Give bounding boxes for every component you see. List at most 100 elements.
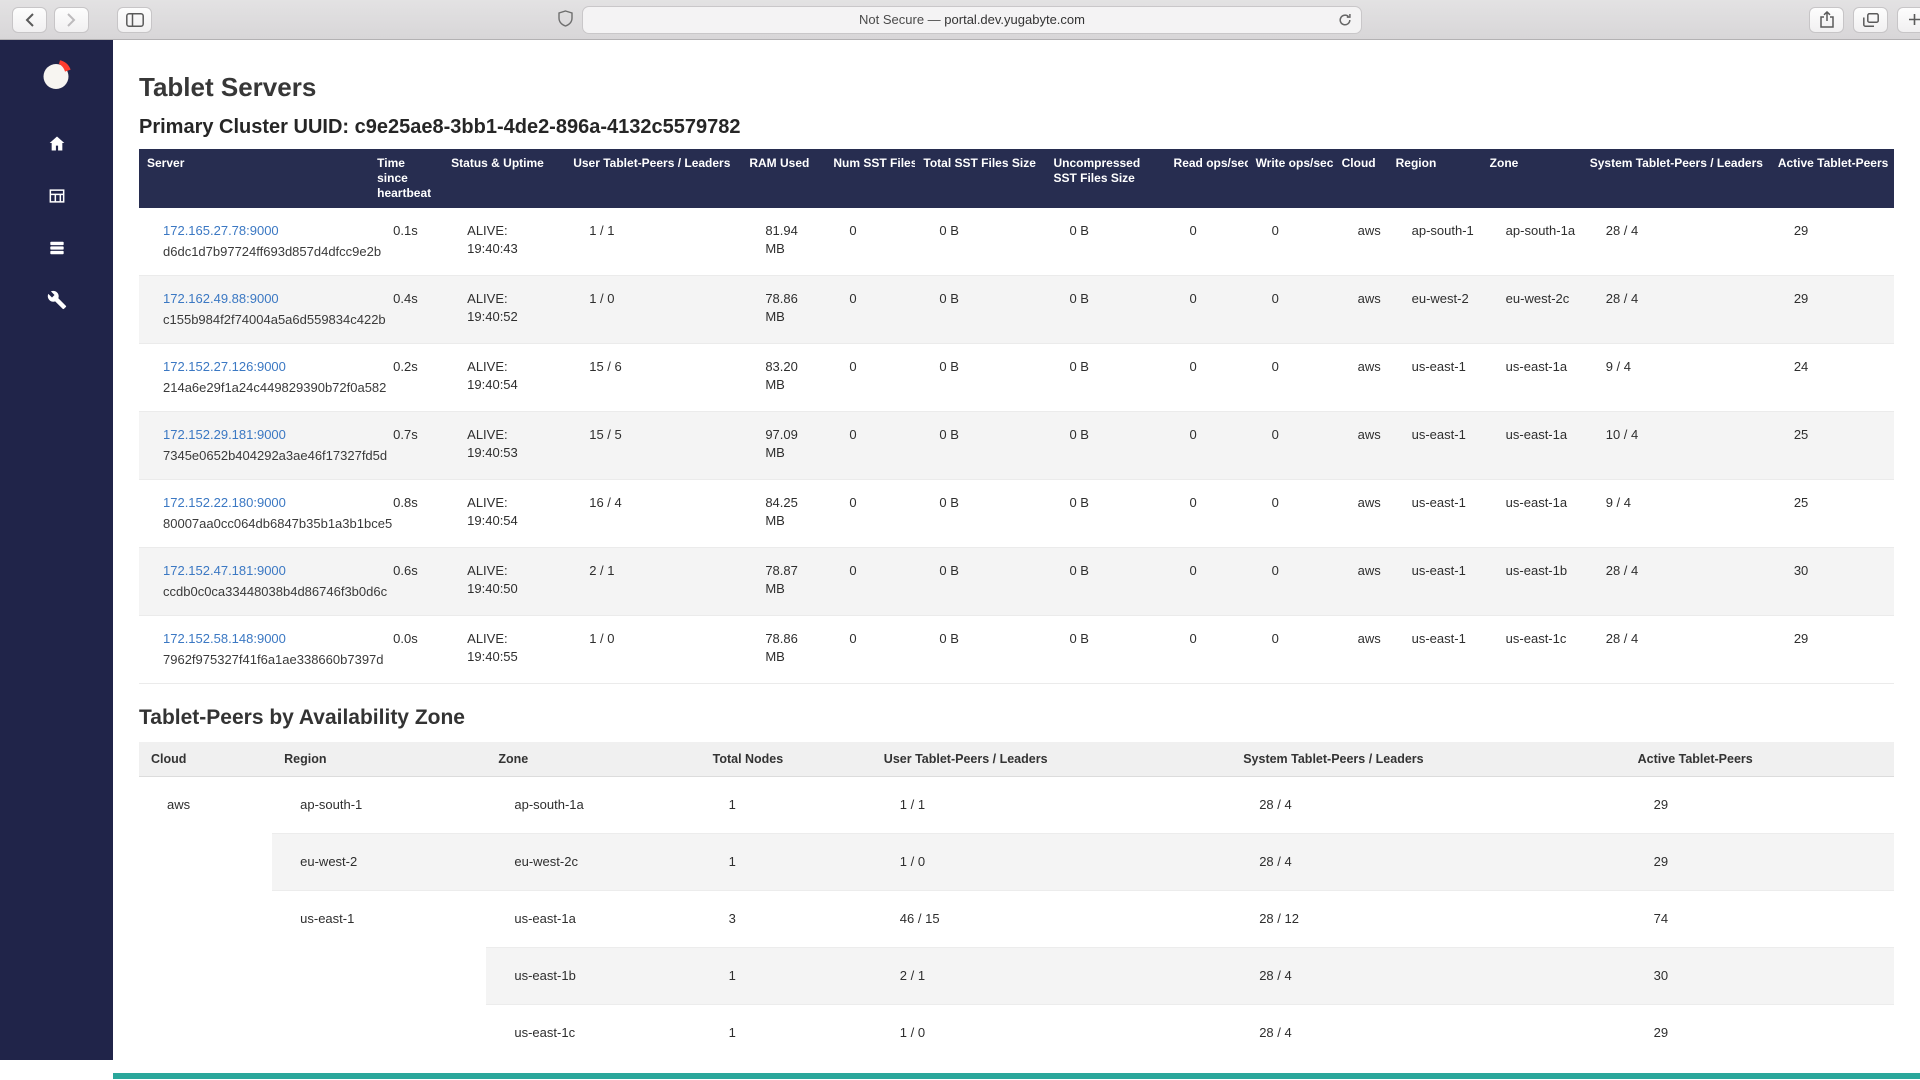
cell-user_tablet_peers: 1 / 0 bbox=[565, 616, 741, 684]
cell-active_tablet_peers: 30 bbox=[1770, 548, 1894, 616]
cell-heartbeat: 0.2s bbox=[369, 344, 443, 412]
column-header: Num SST Files bbox=[825, 149, 915, 208]
reload-button[interactable] bbox=[1338, 13, 1352, 30]
address-bar[interactable]: Not Secure — portal.dev.yugabyte.com bbox=[582, 6, 1362, 34]
cell-server: 172.152.47.181:9000 ccdb0c0ca33448038b4d… bbox=[139, 548, 369, 616]
cell-ram: 84.25 MB bbox=[741, 480, 825, 548]
zone-header-row: CloudRegionZoneTotal NodesUser Tablet-Pe… bbox=[139, 742, 1894, 777]
yugabyte-logo[interactable] bbox=[38, 56, 76, 99]
column-header: Write ops/sec bbox=[1248, 149, 1334, 208]
sidebar-item-tables[interactable] bbox=[0, 175, 113, 227]
column-header: RAM Used bbox=[741, 149, 825, 208]
column-header: Region bbox=[272, 742, 486, 777]
cell-region: us-east-1 bbox=[1388, 412, 1482, 480]
column-header: Server bbox=[139, 149, 369, 208]
column-header: Zone bbox=[1482, 149, 1582, 208]
server-address-link[interactable]: 172.152.22.180:9000 bbox=[163, 495, 286, 510]
cell-active_tablet_peers: 29 bbox=[1770, 208, 1894, 276]
cell-user_tablet_peers: 1 / 0 bbox=[872, 1005, 1231, 1061]
server-address-link[interactable]: 172.152.29.181:9000 bbox=[163, 427, 286, 442]
cell-system_tablet_peers: 10 / 4 bbox=[1582, 412, 1770, 480]
sidebar-toggle-button[interactable] bbox=[117, 7, 152, 33]
cell-user_tablet_peers: 1 / 1 bbox=[565, 208, 741, 276]
server-address-link[interactable]: 172.152.47.181:9000 bbox=[163, 563, 286, 578]
cell-total_sst_size: 0 B bbox=[915, 344, 1045, 412]
cell-user_tablet_peers: 1 / 1 bbox=[872, 777, 1231, 834]
page-title: Tablet Servers bbox=[139, 72, 1894, 103]
server-address-link[interactable]: 172.165.27.78:9000 bbox=[163, 223, 279, 238]
zone-section-title: Tablet-Peers by Availability Zone bbox=[139, 706, 1894, 730]
sidebar-item-utilities[interactable] bbox=[0, 279, 113, 331]
tablet-servers-icon bbox=[47, 245, 67, 262]
cell-server: 172.152.29.181:9000 7345e0652b404292a3ae… bbox=[139, 412, 369, 480]
cell-region: eu-west-2 bbox=[272, 834, 486, 891]
cell-zone: ap-south-1a bbox=[1482, 208, 1582, 276]
cell-uncompressed_sst_size: 0 B bbox=[1045, 548, 1165, 616]
forward-button[interactable] bbox=[54, 7, 89, 33]
cell-zone: us-east-1c bbox=[486, 1005, 700, 1061]
cell-region: eu-west-2 bbox=[1388, 276, 1482, 344]
privacy-shield-button[interactable] bbox=[558, 10, 573, 30]
address-security-label: Not Secure bbox=[859, 12, 924, 27]
cell-write_ops: 0 bbox=[1248, 276, 1334, 344]
server-row: 172.152.29.181:9000 7345e0652b404292a3ae… bbox=[139, 412, 1894, 480]
server-address-link[interactable]: 172.162.49.88:9000 bbox=[163, 291, 279, 306]
cell-system_tablet_peers: 28 / 4 bbox=[1231, 948, 1625, 1005]
sidebar bbox=[0, 40, 113, 1060]
server-address-link[interactable]: 172.152.58.148:9000 bbox=[163, 631, 286, 646]
column-header: Region bbox=[1388, 149, 1482, 208]
cell-user_tablet_peers: 16 / 4 bbox=[565, 480, 741, 548]
share-button[interactable] bbox=[1809, 7, 1844, 33]
tables-icon bbox=[47, 193, 67, 210]
cell-total_sst_size: 0 B bbox=[915, 412, 1045, 480]
new-tab-button[interactable] bbox=[1897, 7, 1920, 33]
cell-cloud: aws bbox=[1334, 276, 1388, 344]
server-uuid: d6dc1d7b97724ff693d857d4dfcc9e2b bbox=[163, 243, 363, 261]
cell-active_tablet_peers: 25 bbox=[1770, 412, 1894, 480]
cell-total_nodes: 1 bbox=[701, 834, 872, 891]
cell-zone: us-east-1a bbox=[1482, 480, 1582, 548]
cell-server: 172.152.22.180:9000 80007aa0cc064db6847b… bbox=[139, 480, 369, 548]
server-row: 172.165.27.78:9000 d6dc1d7b97724ff693d85… bbox=[139, 208, 1894, 276]
servers-header-row: ServerTime since heartbeatStatus & Uptim… bbox=[139, 149, 1894, 208]
cell-total_sst_size: 0 B bbox=[915, 480, 1045, 548]
plus-icon bbox=[1908, 13, 1920, 26]
sidebar-item-home[interactable] bbox=[0, 123, 113, 175]
sidebar-item-tablet-servers[interactable] bbox=[0, 227, 113, 279]
cluster-uuid-heading: Primary Cluster UUID: c9e25ae8-3bb1-4de2… bbox=[139, 115, 1894, 139]
cell-system_tablet_peers: 28 / 4 bbox=[1231, 1005, 1625, 1061]
cell-region: us-east-1 bbox=[1388, 548, 1482, 616]
cell-read_ops: 0 bbox=[1166, 480, 1248, 548]
cell-ram: 81.94 MB bbox=[741, 208, 825, 276]
cell-ram: 78.86 MB bbox=[741, 276, 825, 344]
cell-num_sst_files: 0 bbox=[825, 208, 915, 276]
column-header: Total Nodes bbox=[701, 742, 872, 777]
cell-region: us-east-1 bbox=[1388, 480, 1482, 548]
cell-server: 172.152.58.148:9000 7962f975327f41f6a1ae… bbox=[139, 616, 369, 684]
cell-status: ALIVE: 19:40:54 bbox=[443, 344, 565, 412]
browser-toolbar: Not Secure — portal.dev.yugabyte.com bbox=[0, 0, 1920, 40]
cell-system_tablet_peers: 28 / 4 bbox=[1582, 208, 1770, 276]
cell-total_sst_size: 0 B bbox=[915, 276, 1045, 344]
cell-region: ap-south-1 bbox=[1388, 208, 1482, 276]
cell-num_sst_files: 0 bbox=[825, 412, 915, 480]
cell-num_sst_files: 0 bbox=[825, 548, 915, 616]
cell-active_tablet_peers: 29 bbox=[1626, 777, 1894, 834]
cell-user_tablet_peers: 15 / 5 bbox=[565, 412, 741, 480]
cell-active_tablet_peers: 25 bbox=[1770, 480, 1894, 548]
tablet-servers-table: ServerTime since heartbeatStatus & Uptim… bbox=[139, 149, 1894, 684]
cell-uncompressed_sst_size: 0 B bbox=[1045, 276, 1165, 344]
server-row: 172.162.49.88:9000 c155b984f2f74004a5a6d… bbox=[139, 276, 1894, 344]
column-header: Time since heartbeat bbox=[369, 149, 443, 208]
server-row: 172.152.22.180:9000 80007aa0cc064db6847b… bbox=[139, 480, 1894, 548]
tab-overview-button[interactable] bbox=[1853, 7, 1888, 33]
server-address-link[interactable]: 172.152.27.126:9000 bbox=[163, 359, 286, 374]
cell-region: us-east-1 bbox=[272, 891, 486, 1061]
home-icon bbox=[47, 141, 67, 158]
cell-status: ALIVE: 19:40:55 bbox=[443, 616, 565, 684]
back-button[interactable] bbox=[12, 7, 47, 33]
column-header: Zone bbox=[486, 742, 700, 777]
cell-cloud: aws bbox=[1334, 344, 1388, 412]
cell-total_sst_size: 0 B bbox=[915, 548, 1045, 616]
column-header: Status & Uptime bbox=[443, 149, 565, 208]
